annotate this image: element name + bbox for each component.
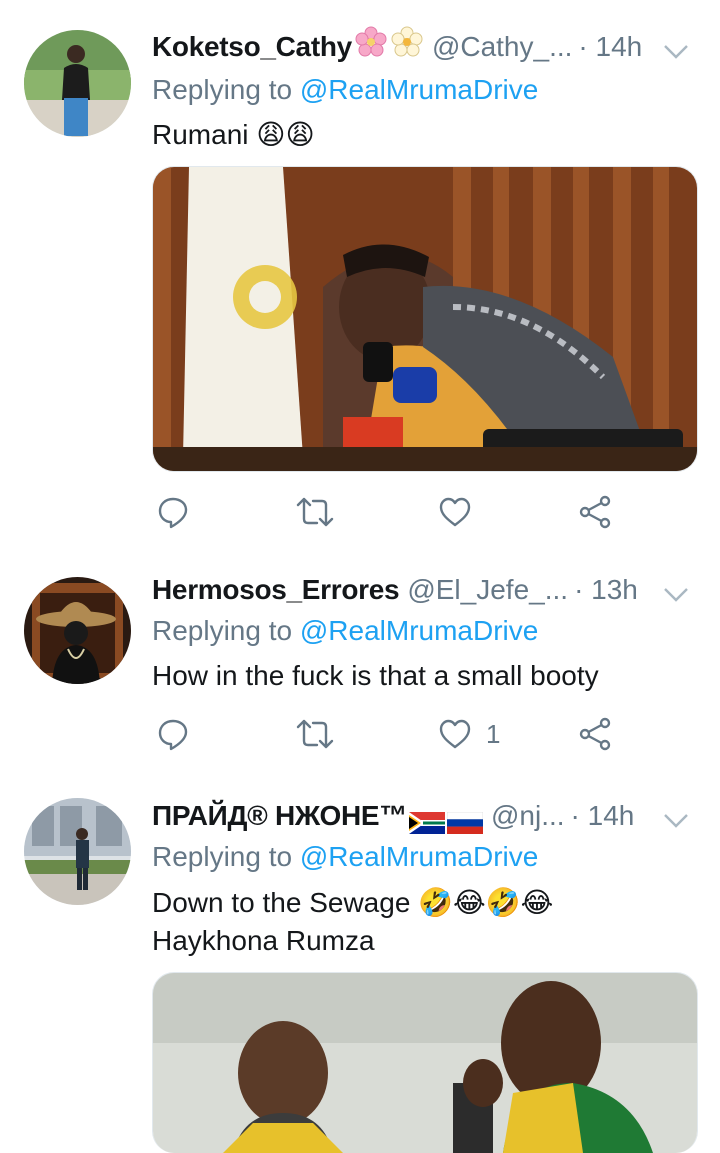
display-name[interactable]: Koketso_Cathy (152, 27, 352, 67)
chevron-down-icon[interactable] (662, 804, 690, 828)
south-africa-flag-emoji (408, 805, 445, 834)
russia-flag-emoji (446, 805, 484, 834)
avatar[interactable] (24, 577, 131, 684)
tweet-text-line: Rumani 😩😩 (152, 119, 315, 150)
display-name[interactable]: ПРАЙД® НЖОНЕ™ (152, 796, 407, 836)
avatar[interactable] (24, 798, 131, 905)
heart-icon (438, 495, 472, 529)
replying-to-label: Replying to (152, 74, 293, 105)
blossom-emoji (390, 25, 424, 70)
share-icon (578, 495, 612, 529)
reply-button[interactable] (156, 710, 190, 758)
retweet-button[interactable] (296, 710, 334, 758)
timestamp[interactable]: · 14h (578, 27, 642, 67)
like-button[interactable] (438, 488, 486, 536)
tweet[interactable]: Koketso_Cathy @Cathy_... · 14h Replying … (0, 0, 720, 553)
tweet-text-line: Haykhona Rumza (152, 925, 375, 956)
display-name[interactable]: Hermosos_Errores (152, 570, 400, 610)
tweet-image[interactable] (152, 166, 698, 472)
like-count: 1 (486, 718, 501, 749)
like-button[interactable]: 1 (438, 710, 500, 758)
tweet-actions: 1 (152, 710, 632, 758)
share-button[interactable] (578, 488, 612, 536)
tweet-image[interactable] (152, 972, 698, 1153)
tweet-text: Rumani 😩😩 (152, 116, 690, 154)
chevron-down-icon[interactable] (662, 578, 690, 602)
tweet-actions (152, 488, 632, 536)
tweet-text-line: How in the fuck is that a small booty (152, 660, 599, 691)
mention-link[interactable]: @RealMrumaDrive (300, 841, 538, 872)
replying-to: Replying to @RealMrumaDrive (152, 611, 538, 651)
avatar[interactable] (24, 30, 131, 137)
heart-icon (438, 717, 472, 751)
replying-to: Replying to @RealMrumaDrive (152, 70, 538, 110)
cherry-blossom-emoji (354, 25, 388, 70)
reply-icon (156, 495, 190, 529)
retweet-icon (296, 495, 334, 529)
timestamp[interactable]: · 13h (574, 570, 638, 610)
reply-button[interactable] (156, 488, 190, 536)
user-handle[interactable]: @Cathy_... (432, 27, 572, 67)
share-icon (578, 717, 612, 751)
mention-link[interactable]: @RealMrumaDrive (300, 74, 538, 105)
replying-to-label: Replying to (152, 615, 293, 646)
tweet-text-line: Down to the Sewage 🤣😂🤣😂 (152, 887, 554, 918)
retweet-icon (296, 717, 334, 751)
chevron-down-icon[interactable] (662, 35, 690, 59)
tweet-text: Down to the Sewage 🤣😂🤣😂 Haykhona Rumza (152, 884, 690, 960)
replying-to: Replying to @RealMrumaDrive (152, 837, 538, 877)
reply-icon (156, 717, 190, 751)
mention-link[interactable]: @RealMrumaDrive (300, 615, 538, 646)
user-handle[interactable]: @El_Jefe_... (407, 570, 568, 610)
retweet-button[interactable] (296, 488, 334, 536)
tweet[interactable]: ПРАЙД® НЖОНЕ™ @nj... · 14h Replying to @… (0, 774, 720, 1153)
tweet[interactable]: Hermosos_Errores @El_Jefe_... · 13h Repl… (0, 552, 720, 775)
timestamp[interactable]: · 14h (571, 796, 635, 836)
share-button[interactable] (578, 710, 612, 758)
replying-to-label: Replying to (152, 841, 293, 872)
user-handle[interactable]: @nj... (491, 796, 565, 836)
tweet-text: How in the fuck is that a small booty (152, 657, 690, 695)
